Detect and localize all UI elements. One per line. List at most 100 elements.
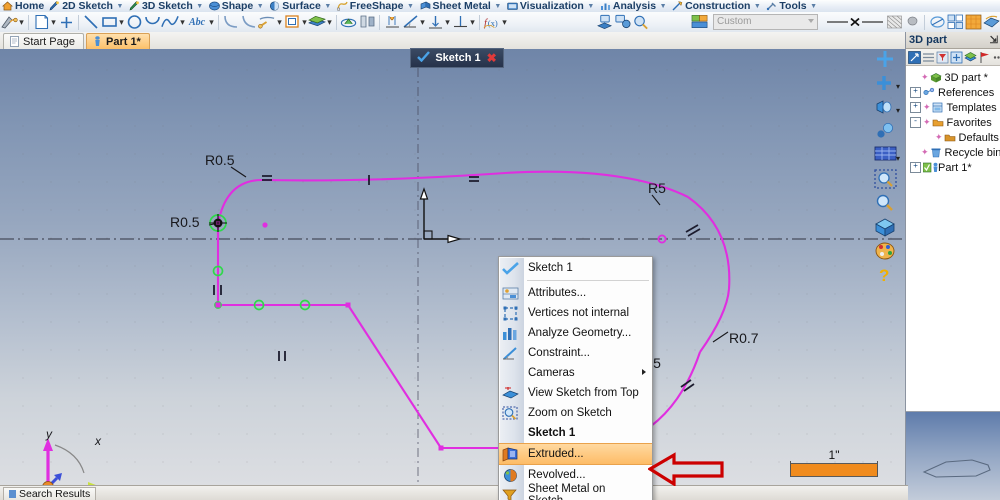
pattern-icon[interactable] [885,13,903,31]
linetype-icon[interactable] [825,13,885,31]
ribbon-tab-tools[interactable]: Tools ▼ [764,0,820,12]
snap-point-icon[interactable] [874,121,900,143]
list-icon[interactable] [922,51,935,64]
zoom-icon[interactable] [874,193,900,215]
document-tab-start-page[interactable]: Start Page [3,33,84,49]
spline-icon[interactable] [161,13,179,31]
extrude-profile-icon[interactable] [340,13,358,31]
ribbon-tab-surface[interactable]: Surface ▼ [267,0,335,12]
more-icon[interactable] [992,51,1000,64]
grid-icon[interactable] [946,13,964,31]
analyze-icon[interactable] [614,13,632,31]
new-sketch-icon[interactable] [32,13,50,31]
dropdown-dot-icon[interactable]: ▾ [18,13,25,31]
ribbon-tab-3d-sketch[interactable]: 3D Sketch ▼ [127,0,207,12]
function-fx-icon[interactable]: f (x) [483,13,501,31]
dropdown-dot-icon[interactable]: ▾ [326,13,333,31]
context-menu-item-analyze-geometry[interactable]: Analyze Geometry... [499,323,652,343]
dropdown-dot-icon[interactable]: ▾ [301,13,308,31]
model-tree[interactable]: ✦ 3D part * + References + ✦ Templates -… [906,66,1000,418]
zoom-window-icon[interactable] [874,169,900,191]
filter-icon[interactable] [936,51,949,64]
close-icon[interactable]: ✖ [487,51,497,65]
chevron-down-icon[interactable]: ▼ [324,3,332,10]
help-icon[interactable]: ? [874,265,900,287]
chevron-down-icon[interactable]: ▼ [407,3,415,10]
mirror-icon[interactable] [358,13,376,31]
ribbon-tab-construction[interactable]: Construction ▼ [670,0,764,12]
display-icon[interactable] [596,13,614,31]
context-menu-item-cameras[interactable]: Cameras [499,363,652,383]
light-icon[interactable]: ▾ [874,97,900,119]
chevron-down-icon[interactable]: ▼ [116,3,124,10]
context-menu-item-vertices-not-internal[interactable]: Vertices not internal [499,303,652,323]
point-icon[interactable] [57,13,75,31]
dimension-icon[interactable] [383,13,401,31]
chevron-down-icon[interactable]: ▼ [196,3,204,10]
pin-icon[interactable]: ⇲ [990,35,998,46]
dropdown-dot-icon[interactable]: ▾ [896,106,900,115]
tree-node-references[interactable]: + References [906,85,1000,100]
dropdown-dot-icon[interactable]: ▾ [276,13,283,31]
ribbon-tab-home[interactable]: Home [0,0,47,12]
3d-viewport[interactable]: y x R0.5 R0.5 R5 R0.7 R5 1" [0,49,905,486]
render-icon[interactable] [964,13,982,31]
dropdown-dot-icon[interactable]: ▾ [419,13,426,31]
dropdown-dot-icon[interactable]: ▾ [179,13,186,31]
context-menu-item-zoom-on-sketch[interactable]: Zoom on Sketch [499,403,652,423]
expand-icon[interactable] [950,51,963,64]
text-abc-icon[interactable]: Abc [186,13,208,31]
chevron-down-icon[interactable] [807,19,814,23]
add-element-icon[interactable]: ▾ [874,73,900,95]
add-point-icon[interactable] [874,49,900,71]
dropdown-dot-icon[interactable]: ▾ [118,13,125,31]
tree-node-templates[interactable]: + ✦ Templates [906,100,1000,115]
arc-icon[interactable] [143,13,161,31]
tree-expander[interactable]: + [910,102,921,113]
context-menu-item-sketch-1-header[interactable]: Sketch 1 [499,258,652,278]
table-icon[interactable]: ▾ [874,145,900,167]
color-icon[interactable] [903,13,921,31]
chamfer-icon[interactable] [240,13,258,31]
dimension-r5-right[interactable]: R5 [648,180,666,196]
dimension-r05-left[interactable]: R0.5 [170,214,200,230]
tree-node-3d-part[interactable]: ✦ 3D part * [906,70,1000,85]
style-manager-icon[interactable] [691,13,709,31]
rectangle-icon[interactable] [100,13,118,31]
tree-expander[interactable]: + [910,87,921,98]
dropdown-dot-icon[interactable]: ▾ [444,13,451,31]
ribbon-tab-shape[interactable]: Shape ▼ [207,0,268,12]
chevron-down-icon[interactable]: ▼ [587,3,595,10]
style-combo[interactable]: Custom [712,14,818,30]
horizontal-dim-icon[interactable] [451,13,469,31]
line-icon[interactable] [82,13,100,31]
fillet-icon[interactable] [222,13,240,31]
tree-expander[interactable]: - [910,117,921,128]
context-menu-item-view-sketch-from-top[interactable]: View Sketch from Top [499,383,652,403]
sketch-plane-icon[interactable] [0,13,18,31]
document-tab-part-1[interactable]: Part 1* [85,33,150,49]
context-menu-item-extruded[interactable]: Extruded... [499,443,652,465]
zoom-selection-icon[interactable] [632,13,650,31]
vertical-dim-icon[interactable] [426,13,444,31]
dropdown-dot-icon[interactable]: ▾ [50,13,57,31]
tree-expander[interactable]: + [910,162,921,173]
context-menu-item-sheet-metal-on-sketch[interactable]: Sheet Metal on Sketch... [499,483,652,500]
sketch-mode-tab[interactable]: Sketch 1 ✖ [410,48,504,68]
context-menu-item-constraint[interactable]: Constraint... [499,343,652,363]
flag-icon[interactable] [978,51,991,64]
dimension-r05-top[interactable]: R0.5 [205,152,235,168]
dropdown-dot-icon[interactable]: ▾ [501,13,508,31]
material-icon[interactable] [982,13,1000,31]
trim-icon[interactable] [258,13,276,31]
snap-icon[interactable] [928,13,946,31]
tree-node-defaults[interactable]: ✦ Defaults [906,130,1000,145]
context-menu[interactable]: Sketch 1 Attributes... Vertices not inte… [498,256,653,500]
view-cube-icon[interactable] [874,217,900,239]
select-icon[interactable] [908,50,921,64]
chevron-down-icon[interactable]: ▼ [494,3,502,10]
part-preview-thumbnail[interactable] [906,411,1000,500]
context-menu-item-attributes[interactable]: Attributes... [499,283,652,303]
offset-icon[interactable] [283,13,301,31]
dimension-r07[interactable]: R0.7 [729,330,759,346]
